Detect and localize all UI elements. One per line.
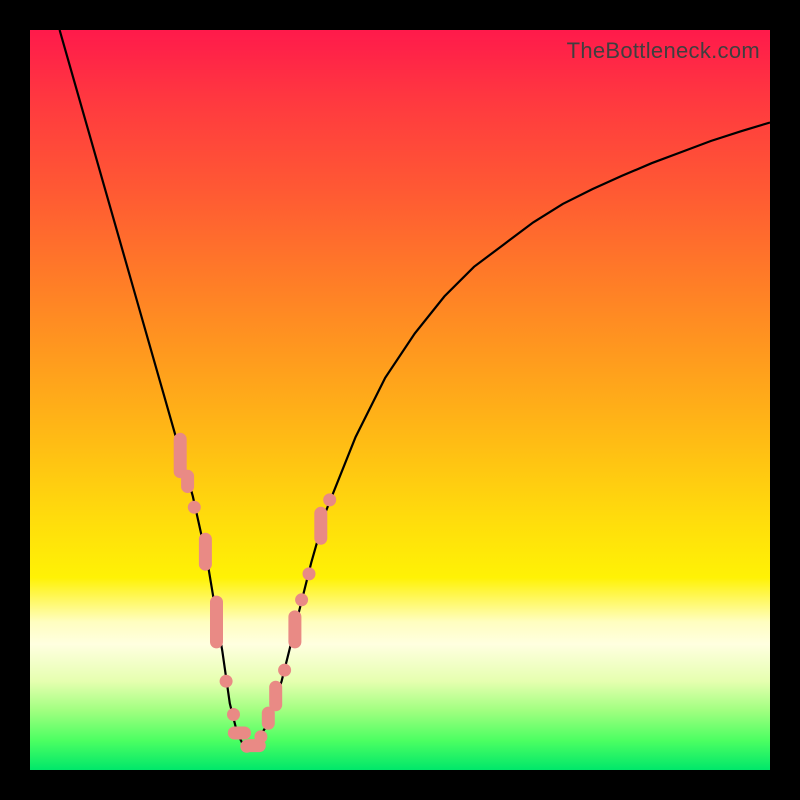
chart-frame: TheBottleneck.com	[0, 0, 800, 800]
marker-group	[174, 433, 336, 752]
marker-pill	[182, 470, 194, 492]
marker-pill	[315, 507, 327, 544]
marker-dot	[303, 568, 315, 580]
marker-dot	[324, 494, 336, 506]
marker-pill	[211, 596, 223, 648]
marker-pill	[199, 533, 211, 570]
marker-dot	[228, 709, 240, 721]
chart-svg	[30, 30, 770, 770]
bottleneck-curve	[60, 30, 770, 748]
marker-dot	[296, 594, 308, 606]
marker-dot	[255, 731, 267, 743]
marker-pill	[228, 727, 250, 739]
marker-dot	[279, 664, 291, 676]
marker-pill	[289, 611, 301, 648]
marker-dot	[220, 675, 232, 687]
marker-dot	[188, 501, 200, 513]
marker-pill	[270, 681, 282, 711]
plot-area: TheBottleneck.com	[30, 30, 770, 770]
